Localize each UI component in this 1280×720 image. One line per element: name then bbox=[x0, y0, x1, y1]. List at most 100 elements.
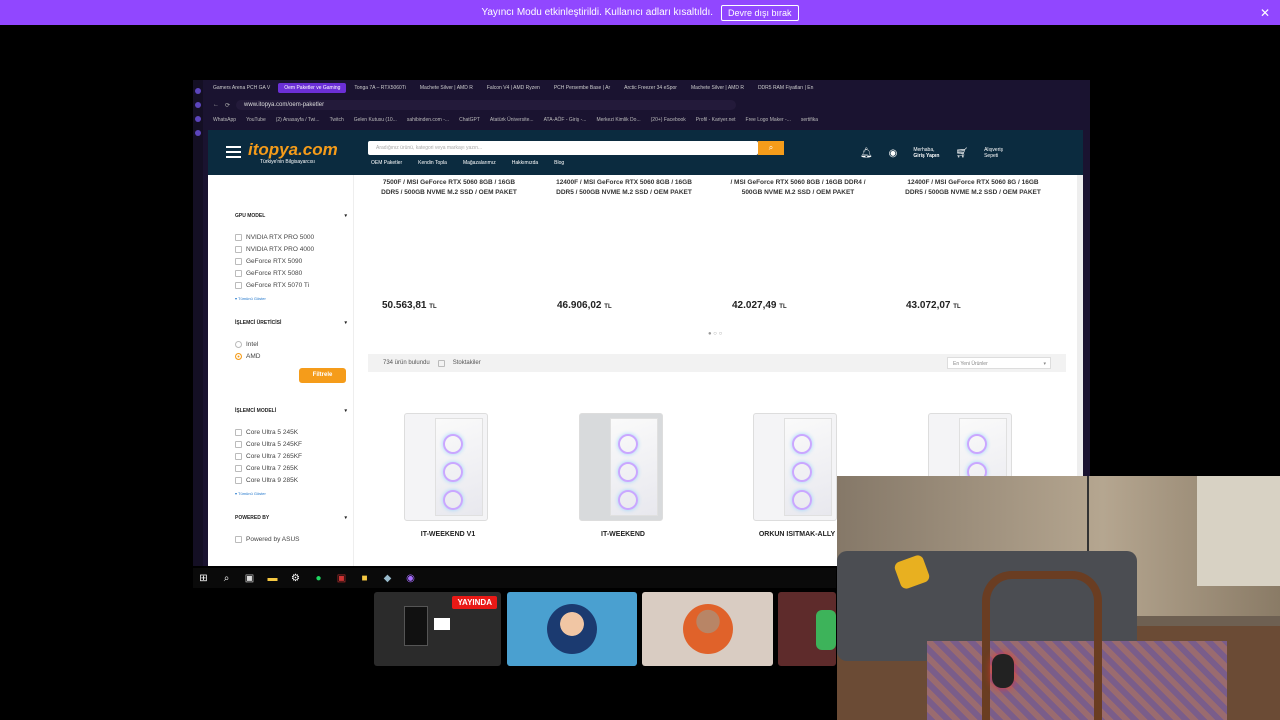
url-field[interactable]: www.itopya.com/oem-paketler bbox=[236, 100, 737, 110]
app-icon[interactable]: ■ bbox=[358, 572, 371, 585]
nav-item[interactable]: Kendin Topla bbox=[418, 160, 447, 166]
bookmark-item[interactable]: YouTube bbox=[246, 117, 266, 123]
carousel-dots[interactable]: ● ○ ○ bbox=[708, 331, 722, 337]
filter-option[interactable]: Core Ultra 5 245KF bbox=[235, 441, 302, 448]
bookmark-item[interactable]: Twitch bbox=[330, 117, 344, 123]
site-logo[interactable]: itopya.com bbox=[248, 140, 338, 160]
cart-link[interactable]: Alışveriş Sepeti bbox=[984, 147, 1003, 159]
browser-tab[interactable]: Falcon V4 | AMD Ryzen bbox=[481, 83, 546, 93]
nav-item[interactable]: OEM Paketler bbox=[371, 160, 402, 166]
bookmark-item[interactable]: ChatGPT bbox=[459, 117, 480, 123]
bookmark-item[interactable]: Atatürk Üniversite... bbox=[490, 117, 534, 123]
nav-item[interactable]: Mağazalarımız bbox=[463, 160, 496, 166]
disable-streamer-mode-button[interactable]: Devre dışı bırak bbox=[721, 4, 799, 21]
menu-icon[interactable] bbox=[226, 146, 241, 158]
filter-option[interactable]: Core Ultra 9 285K bbox=[235, 477, 298, 484]
filter-title-powered[interactable]: POWERED BY bbox=[235, 515, 347, 521]
featured-product-desc[interactable]: / MSI GeForce RTX 5060 8GB / 16GB DDR4 /… bbox=[723, 178, 873, 198]
bookmark-item[interactable]: sertifika bbox=[801, 117, 818, 123]
filter-option[interactable]: NVIDIA RTX PRO 5000 bbox=[235, 234, 314, 241]
search-icon[interactable]: ⌕ bbox=[758, 141, 784, 155]
filter-option[interactable]: GeForce RTX 5070 Ti bbox=[235, 282, 309, 289]
filter-option[interactable]: Core Ultra 5 245K bbox=[235, 429, 298, 436]
reload-icon[interactable]: ⟳ bbox=[225, 102, 230, 109]
show-all-link[interactable]: ▾ Tümünü Göster bbox=[235, 491, 266, 496]
back-icon[interactable]: ← bbox=[213, 102, 219, 108]
filter-option[interactable]: Intel bbox=[235, 341, 258, 348]
filter-title-gpu[interactable]: GPU MODEL bbox=[235, 213, 347, 219]
sidebar-app-icon[interactable] bbox=[195, 116, 201, 122]
close-icon[interactable]: ✕ bbox=[1260, 6, 1270, 20]
checkbox[interactable] bbox=[235, 429, 242, 436]
product-name[interactable]: IT-WEEKEND V1 bbox=[368, 531, 528, 538]
cart-icon[interactable]: 🛒︎ bbox=[955, 148, 968, 159]
stream-tile[interactable] bbox=[507, 592, 637, 666]
filter-option[interactable]: Core Ultra 7 265K bbox=[235, 465, 298, 472]
windows-start-icon[interactable]: ⊞ bbox=[197, 572, 210, 585]
stream-tile[interactable] bbox=[642, 592, 773, 666]
bookmark-item[interactable]: ATA-AÖF - Giriş -... bbox=[544, 117, 587, 123]
sidebar-app-icon[interactable] bbox=[195, 88, 201, 94]
filter-title-cpu-maker[interactable]: İŞLEMCİ ÜRETİCİSİ bbox=[235, 320, 347, 326]
bookmark-item[interactable]: WhatsApp bbox=[213, 117, 236, 123]
bookmark-item[interactable]: Merkezi Kimlik Do... bbox=[596, 117, 640, 123]
steam-icon[interactable]: ◆ bbox=[381, 572, 394, 585]
checkbox[interactable] bbox=[235, 453, 242, 460]
checkbox[interactable] bbox=[235, 536, 242, 543]
filter-option[interactable]: GeForce RTX 5080 bbox=[235, 270, 302, 277]
checkbox[interactable] bbox=[235, 246, 242, 253]
checkbox[interactable] bbox=[235, 465, 242, 472]
product-card[interactable]: IT-WEEKEND V1 bbox=[368, 393, 528, 566]
bell-icon[interactable]: 🔔︎ bbox=[860, 148, 873, 159]
product-card[interactable]: IT-WEEKEND bbox=[543, 393, 703, 566]
browser-icon[interactable]: ◉ bbox=[404, 572, 417, 585]
browser-tab[interactable]: DDR5 RAM Fiyatları | En bbox=[752, 83, 819, 93]
search-input[interactable]: Aradığınız ürünü, kategori veya markayı … bbox=[368, 141, 758, 155]
settings-icon[interactable]: ⚙ bbox=[289, 572, 302, 585]
bookmark-item[interactable]: Gelen Kutusu (10... bbox=[354, 117, 397, 123]
filter-option[interactable]: NVIDIA RTX PRO 4000 bbox=[235, 246, 314, 253]
spotify-icon[interactable]: ● bbox=[312, 572, 325, 585]
filter-title-cpu-model[interactable]: İŞLEMCİ MODELİ bbox=[235, 408, 347, 414]
checkbox[interactable] bbox=[235, 477, 242, 484]
user-icon[interactable]: ◉ bbox=[889, 148, 898, 159]
filter-option[interactable]: Core Ultra 7 265KF bbox=[235, 453, 302, 460]
browser-tab[interactable]: Machete Silver | AMD R bbox=[685, 83, 750, 93]
bookmark-item[interactable]: (2) Anasayfa / Twi... bbox=[276, 117, 320, 123]
radio-selected[interactable] bbox=[235, 353, 242, 360]
app-icon[interactable]: ▣ bbox=[335, 572, 348, 585]
stream-tile-live[interactable]: YAYINDA bbox=[374, 592, 501, 666]
browser-tab[interactable]: PCH Persembe Base | Ar bbox=[548, 83, 616, 93]
stock-checkbox[interactable] bbox=[437, 359, 445, 367]
radio[interactable] bbox=[235, 341, 242, 348]
bookmark-item[interactable]: (20+) Facebook bbox=[651, 117, 686, 123]
nav-item[interactable]: Hakkımızda bbox=[512, 160, 538, 166]
filter-option[interactable]: AMD bbox=[235, 353, 260, 360]
filter-option[interactable]: Powered by ASUS bbox=[235, 536, 299, 543]
filter-button[interactable]: Filtrele bbox=[299, 368, 346, 383]
featured-product-desc[interactable]: 12400F / MSI GeForce RTX 5060 8GB / 16GB… bbox=[549, 178, 699, 198]
checkbox[interactable] bbox=[235, 441, 242, 448]
bookmark-item[interactable]: Free Logo Maker -... bbox=[746, 117, 791, 123]
checkbox[interactable] bbox=[235, 234, 242, 241]
checkbox[interactable] bbox=[235, 282, 242, 289]
featured-product-desc[interactable]: 12400F / MSI GeForce RTX 5060 8G / 16GB … bbox=[898, 178, 1048, 198]
nav-item[interactable]: Blog bbox=[554, 160, 564, 166]
file-explorer-icon[interactable]: ▬ bbox=[266, 572, 279, 585]
checkbox[interactable] bbox=[235, 270, 242, 277]
search-icon[interactable]: ⌕ bbox=[220, 572, 233, 585]
sidebar-app-icon[interactable] bbox=[195, 102, 201, 108]
browser-tab-active[interactable]: Oem Paketler ve Gaming bbox=[278, 83, 347, 93]
show-all-link[interactable]: ▾ Tümünü Göster bbox=[235, 296, 266, 301]
stream-tile[interactable] bbox=[778, 592, 836, 666]
product-name[interactable]: IT-WEEKEND bbox=[543, 531, 703, 538]
bookmark-item[interactable]: sahibinden.com -... bbox=[407, 117, 449, 123]
sort-dropdown[interactable]: En Yeni Ürünler ▾ bbox=[947, 357, 1051, 369]
browser-tab[interactable]: Tonga 7A – RTX5060Ti bbox=[348, 83, 411, 93]
bookmark-item[interactable]: Profil - Kariyer.net bbox=[696, 117, 736, 123]
account-link[interactable]: Merhaba, Giriş Yapın bbox=[913, 147, 939, 159]
sidebar-app-icon[interactable] bbox=[195, 130, 201, 136]
browser-tab[interactable]: Machete Silver | AMD R bbox=[414, 83, 479, 93]
checkbox[interactable] bbox=[235, 258, 242, 265]
browser-tab[interactable]: Arctic Freezer 34 eSpor bbox=[618, 83, 683, 93]
